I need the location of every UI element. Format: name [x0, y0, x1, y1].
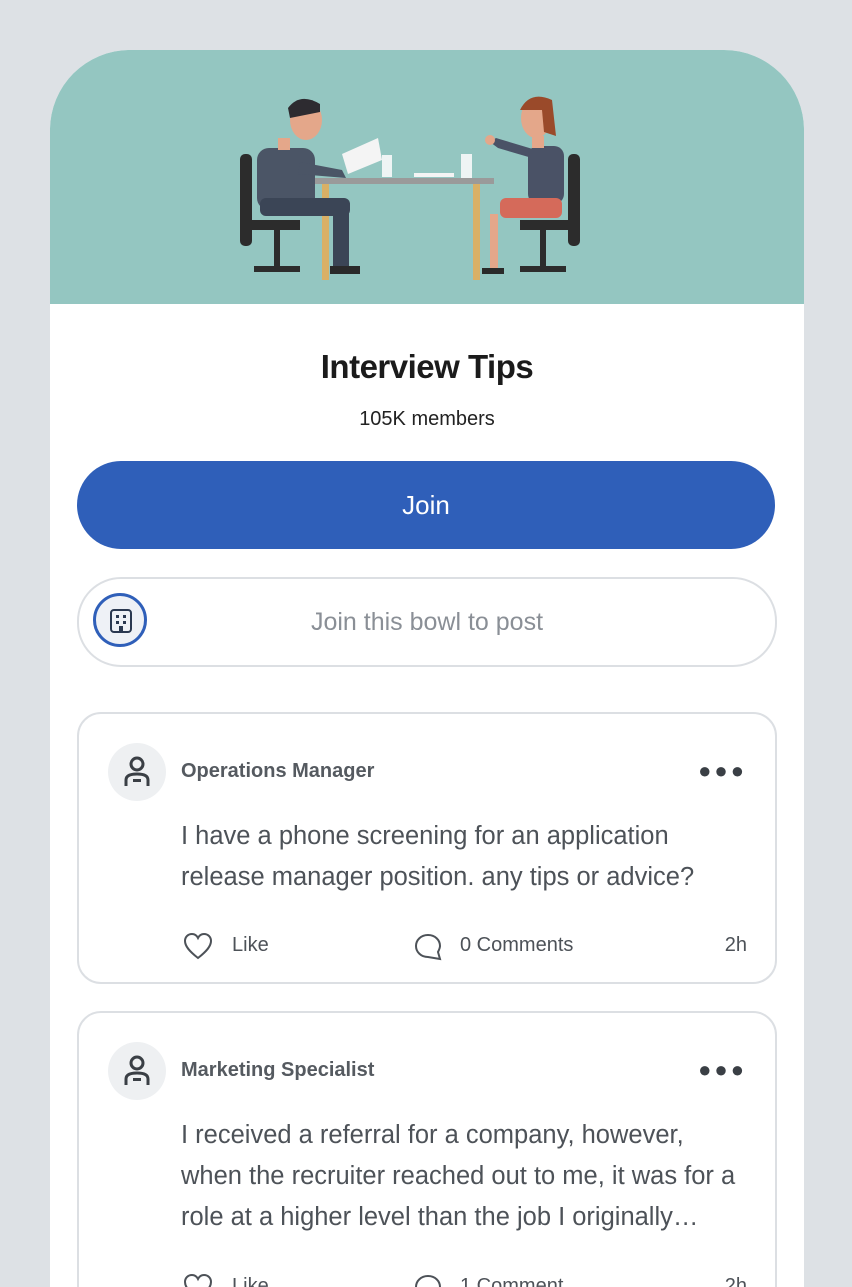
- more-dots-icon[interactable]: ●●●: [698, 1057, 747, 1083]
- comments-link[interactable]: 1 Comment: [460, 1275, 563, 1287]
- user-icon: [124, 756, 150, 786]
- post-card[interactable]: Operations Manager ●●● I have a phone sc…: [77, 712, 777, 984]
- more-dots-icon[interactable]: ●●●: [698, 758, 747, 784]
- group-banner: [50, 50, 804, 304]
- comment-bubble-icon[interactable]: [413, 1273, 443, 1287]
- like-button[interactable]: Like: [232, 1275, 269, 1287]
- post-author: Operations Manager: [181, 760, 375, 782]
- post-card[interactable]: Marketing Specialist ●●● I received a re…: [77, 1011, 777, 1287]
- interview-illustration: [240, 96, 580, 280]
- author-avatar: [108, 743, 166, 801]
- heart-icon[interactable]: [183, 1273, 213, 1287]
- heart-icon[interactable]: [183, 932, 213, 960]
- screen: Interview Tips 105K members Join Join th…: [50, 50, 804, 1287]
- device-frame: Interview Tips 105K members Join Join th…: [0, 0, 852, 1287]
- post-time: 2h: [724, 1275, 747, 1287]
- post-placeholder: Join this bowl to post: [310, 608, 544, 636]
- post-actions: Like 0 Comments 2h: [79, 926, 775, 966]
- post-time: 2h: [724, 934, 747, 956]
- like-button[interactable]: Like: [232, 934, 269, 957]
- author-avatar: [108, 1042, 166, 1100]
- group-title: Interview Tips: [320, 348, 534, 385]
- post-actions: Like 1 Comment 2h: [79, 1267, 775, 1287]
- comments-link[interactable]: 0 Comments: [460, 934, 573, 957]
- user-icon: [124, 1055, 150, 1085]
- comment-bubble-icon[interactable]: [413, 932, 443, 962]
- post-body: I have a phone screening for an applicat…: [181, 822, 695, 891]
- post-composer[interactable]: Join this bowl to post: [77, 577, 777, 667]
- post-body: I received a referral for a company, how…: [181, 1121, 736, 1231]
- post-author: Marketing Specialist: [181, 1059, 375, 1081]
- member-count: 105K members: [359, 408, 495, 430]
- join-button[interactable]: Join: [77, 461, 775, 549]
